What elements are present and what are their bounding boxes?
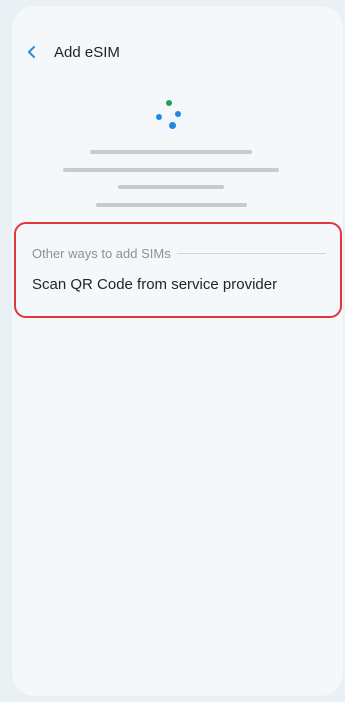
section-header: Other ways to add SIMs: [32, 246, 326, 261]
placeholder-line: [118, 185, 224, 189]
page-title: Add eSIM: [54, 43, 120, 61]
section-label: Other ways to add SIMs: [32, 246, 171, 261]
placeholder-line: [90, 150, 252, 154]
loader-dot: [175, 111, 181, 117]
scan-qr-code-button[interactable]: Scan QR Code from service provider: [32, 276, 277, 293]
back-button[interactable]: [22, 40, 42, 64]
loader-dot: [156, 114, 162, 120]
other-ways-section: Other ways to add SIMs Scan QR Code from…: [14, 222, 342, 318]
chevron-left-icon: [28, 46, 35, 58]
placeholder-line: [96, 203, 247, 207]
loader-dot: [169, 122, 176, 129]
loading-dots-icon: [142, 96, 182, 136]
header: Add eSIM: [22, 40, 120, 64]
placeholder-line: [63, 168, 279, 172]
loader-dot: [166, 100, 172, 106]
divider: [176, 253, 326, 254]
